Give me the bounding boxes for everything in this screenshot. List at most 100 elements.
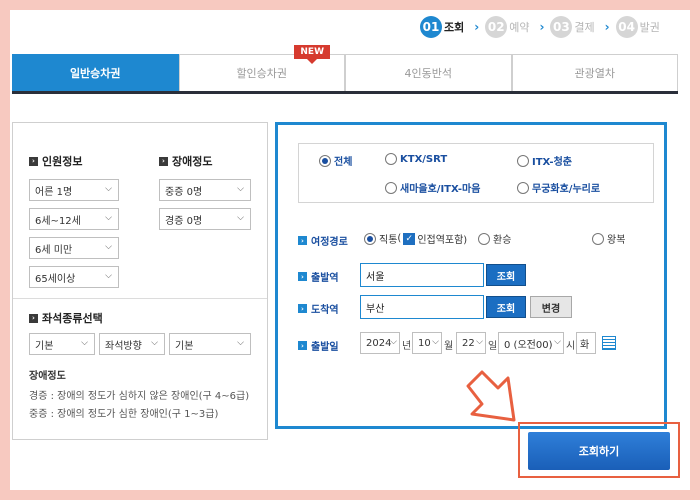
hour-select[interactable]: 0 (오전00) ⌵	[498, 332, 564, 354]
chevron-down-icon: ⌵	[554, 337, 561, 347]
step-number: 04	[615, 16, 638, 38]
chevron-down-icon: ⌵	[105, 271, 112, 281]
step-ticket: 04 발권	[615, 16, 660, 38]
chevron-right-icon: ›	[474, 20, 480, 34]
tab-general[interactable]: 일반승차권	[12, 54, 179, 91]
step-number: 03	[550, 16, 573, 38]
severe-select[interactable]: 중증 0명 ⌵	[159, 179, 251, 201]
step-label: 발권	[639, 21, 660, 34]
radio-icon	[478, 232, 490, 245]
adult-select[interactable]: 어른 1명 ⌵	[29, 179, 119, 201]
step-number: 01	[420, 16, 442, 38]
route-roundtrip[interactable]: 왕복	[592, 231, 625, 246]
seat-extra-select[interactable]: 기본 ⌵	[169, 333, 251, 355]
progress-steps: 01 조회 › 02 예약 › 03 결제 › 04 발권	[420, 16, 664, 38]
day-unit: 일	[488, 341, 498, 352]
date-label: › 출발일	[298, 338, 339, 353]
arrival-label: › 도착역	[298, 301, 339, 316]
day-select[interactable]: 22 ⌵	[456, 332, 486, 354]
chevron-down-icon: ⌵	[105, 242, 112, 252]
new-badge: NEW	[294, 45, 330, 64]
radio-checked-icon	[364, 232, 376, 245]
arrival-search-button[interactable]: 조회	[486, 296, 526, 318]
step-label: 결제	[574, 21, 595, 34]
train-type-itx[interactable]: ITX-청춘	[517, 153, 572, 168]
bullet-icon: ›	[159, 156, 168, 166]
chevron-down-icon: ⌵	[81, 338, 88, 348]
ticket-tabs: 일반승차권 할인승차권 NEW 4인동반석 관광열차	[12, 45, 678, 94]
seat-direction-select[interactable]: 좌석방향 ⌵	[99, 333, 165, 355]
train-type-all[interactable]: 전체	[319, 153, 352, 168]
chevron-right-icon: ›	[604, 20, 610, 34]
year-unit: 년	[402, 341, 412, 352]
train-type-box: 전체 KTX/SRT ITX-청춘 새마을호/ITX-마음 무궁화호/누리로	[298, 143, 654, 203]
radio-icon	[385, 153, 397, 165]
chevron-down-icon: ⌵	[105, 213, 112, 223]
route-label: › 여정경로	[298, 233, 348, 248]
tab-four-seat[interactable]: 4인동반석	[345, 54, 512, 91]
weekday-field: 화	[576, 332, 596, 354]
step-payment: 03 결제	[550, 16, 595, 38]
bullet-icon: ›	[29, 156, 38, 166]
child-select[interactable]: 6세~12세 ⌵	[29, 208, 119, 230]
tab-label: 할인승차권	[236, 67, 288, 80]
step-number: 02	[485, 16, 508, 38]
train-type-ktx[interactable]: KTX/SRT	[385, 153, 447, 165]
arrow-pointer-icon	[466, 370, 516, 422]
bullet-icon: ›	[29, 313, 38, 323]
chevron-down-icon: ⌵	[476, 337, 483, 347]
radio-icon	[385, 181, 397, 194]
month-select[interactable]: 10 ⌵	[412, 332, 442, 354]
note-title: 장애정도	[29, 371, 66, 382]
bullet-icon: ›	[298, 304, 307, 313]
search-button[interactable]: 조회하기	[528, 432, 670, 470]
route-transfer[interactable]: 환승	[478, 231, 511, 246]
arrival-input[interactable]: 부산	[360, 295, 484, 319]
train-type-saemaeul[interactable]: 새마을호/ITX-마음	[385, 180, 480, 195]
chevron-down-icon: ⌵	[151, 338, 158, 348]
step-reserve: 02 예약	[485, 16, 529, 38]
check-icon[interactable]: ✓	[403, 232, 416, 245]
swap-button[interactable]: 변경	[530, 296, 572, 318]
bullet-icon: ›	[298, 272, 307, 281]
passenger-title: › 인원정보	[29, 153, 82, 169]
chevron-down-icon: ⌵	[237, 184, 244, 194]
bullet-icon: ›	[298, 341, 307, 350]
chevron-down-icon: ⌵	[105, 184, 112, 194]
departure-input[interactable]: 서울	[360, 263, 484, 287]
search-highlight: 조회하기	[518, 422, 680, 478]
passenger-panel: › 인원정보 › 장애정도 어른 1명 ⌵ 중증 0명 ⌵ 6세~12세 ⌵ 경증 0명 ⌵…	[12, 122, 268, 440]
mild-select[interactable]: 경증 0명 ⌵	[159, 208, 251, 230]
senior-select[interactable]: 65세이상 ⌵	[29, 266, 119, 288]
radio-icon	[517, 181, 529, 194]
route-direct[interactable]: 직통 ( ✓ 인접역포함)	[364, 231, 467, 246]
chevron-down-icon: ⌵	[237, 338, 244, 348]
step-search: 01 조회	[420, 16, 464, 38]
step-label: 조회	[444, 21, 465, 34]
radio-icon	[517, 154, 529, 167]
departure-search-button[interactable]: 조회	[486, 264, 526, 286]
bullet-icon: ›	[298, 236, 307, 245]
tab-tour-train[interactable]: 관광열차	[511, 54, 678, 91]
radio-checked-icon	[319, 154, 331, 167]
chevron-down-icon: ⌵	[432, 337, 439, 347]
infant-select[interactable]: 6세 미만 ⌵	[29, 237, 119, 259]
train-type-mugunghwa[interactable]: 무궁화호/누리로	[517, 180, 600, 195]
seat-type-select[interactable]: 기본 ⌵	[29, 333, 95, 355]
chevron-right-icon: ›	[539, 20, 545, 34]
calendar-icon[interactable]	[602, 336, 616, 350]
divider	[13, 298, 267, 299]
chevron-down-icon: ⌵	[390, 337, 397, 347]
month-unit: 월	[444, 341, 454, 352]
chevron-down-icon: ⌵	[237, 213, 244, 223]
hour-unit: 시	[566, 341, 576, 352]
tab-discount[interactable]: 할인승차권 NEW	[178, 45, 345, 91]
step-label: 예약	[509, 21, 530, 34]
seat-title: › 좌석종류선택	[29, 310, 103, 326]
radio-icon	[592, 232, 604, 245]
disability-title: › 장애정도	[159, 153, 212, 169]
note-severe: 중증 : 장애의 정도가 심한 장애인(구 1~3급)	[29, 409, 219, 420]
departure-label: › 출발역	[298, 269, 339, 284]
year-select[interactable]: 2024 ⌵	[360, 332, 400, 354]
note-mild: 경증 : 장애의 정도가 심하지 않은 장애인(구 4~6급)	[29, 391, 250, 402]
